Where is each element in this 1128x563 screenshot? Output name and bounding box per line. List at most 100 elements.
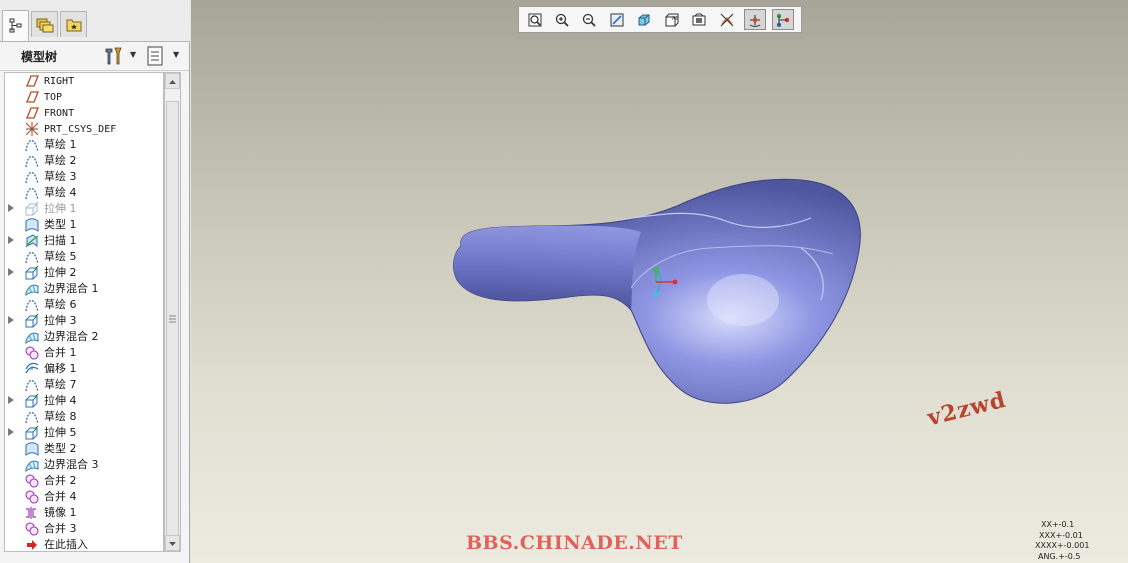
tree-item[interactable]: TOP	[5, 89, 163, 105]
tree-item[interactable]: 草绘 6	[5, 297, 163, 313]
refit-zoom-icon	[528, 13, 542, 26]
sweep-icon	[25, 234, 39, 248]
view-manager-button[interactable]	[688, 9, 710, 30]
tree-item[interactable]: 边界混合 2	[5, 329, 163, 345]
merge-icon	[25, 474, 39, 488]
tree-item-label: 边界混合 3	[44, 458, 99, 471]
selection-filter-button[interactable]	[772, 9, 794, 30]
saved-views-button[interactable]: AB	[661, 9, 683, 30]
tree-item[interactable]: 拉伸 3	[5, 313, 163, 329]
extrude-icon	[25, 201, 39, 216]
tree-item[interactable]: 镜像 1	[5, 505, 163, 521]
scroll-thumb[interactable]	[166, 101, 179, 537]
scroll-down-button[interactable]	[165, 535, 180, 551]
tree-item-label: 在此插入	[44, 538, 88, 551]
insert-here-arrow-icon	[27, 540, 37, 550]
zoom-in-button[interactable]	[551, 9, 573, 30]
tree-item[interactable]: RIGHT	[5, 73, 163, 89]
tree-item[interactable]: 偏移 1	[5, 361, 163, 377]
tree-item-label: 草绘 5	[44, 250, 77, 263]
settings-dropdown-arrow-icon[interactable]: ▼	[130, 50, 136, 59]
extrude-icon	[25, 393, 39, 408]
repaint-button[interactable]	[606, 9, 628, 30]
view-toolbar: AB	[518, 6, 802, 33]
tree-item-label: PRT_CSYS_DEF	[44, 124, 117, 135]
mirror-icon	[26, 507, 36, 519]
folder-browser-tab[interactable]	[31, 11, 58, 37]
graphics-viewport[interactable]: AB v2zwd BBS.CHINADE.NET XX+-0.1 XXX+-0.…	[191, 0, 1128, 563]
expand-arrow-icon[interactable]	[8, 316, 14, 324]
tree-item-label: 类型 2	[44, 442, 77, 455]
tree-item[interactable]: 草绘 4	[5, 185, 163, 201]
expand-arrow-icon[interactable]	[8, 204, 14, 212]
model-tree-panel: 模型树 ▼ ▼ RIGHT TOP FRONT PRT_CSYS_DEF 草绘 1 草绘 …	[0, 0, 190, 563]
grip-icon	[169, 315, 176, 323]
tree-show-button[interactable]	[147, 45, 165, 71]
expand-arrow-icon[interactable]	[8, 236, 14, 244]
tree-item[interactable]: FRONT	[5, 105, 163, 121]
tree-item[interactable]: 合并 4	[5, 489, 163, 505]
zoom-out-button[interactable]	[578, 9, 600, 30]
refit-zoom-button[interactable]	[524, 9, 546, 30]
tolerance-line: XX+-0.1	[1041, 520, 1075, 529]
tree-item[interactable]: 草绘 3	[5, 169, 163, 185]
offset-icon	[25, 362, 39, 374]
style-surface-icon	[25, 218, 39, 232]
tree-item-label: 草绘 7	[44, 378, 77, 391]
tree-settings-button[interactable]	[103, 45, 125, 71]
tree-item-label: 合并 3	[44, 522, 77, 535]
sketch-icon	[25, 299, 39, 312]
list-view-icon	[147, 46, 163, 66]
tree-item[interactable]: 草绘 1	[5, 137, 163, 153]
tree-item[interactable]: 扫描 1	[5, 233, 163, 249]
display-style-icon	[638, 14, 650, 25]
watermark-text: v2zwd	[925, 386, 1009, 432]
tree-item[interactable]: 草绘 8	[5, 409, 163, 425]
tree-item-label: 边界混合 2	[44, 330, 99, 343]
model-tree-icon	[9, 18, 21, 33]
tree-item[interactable]: 合并 1	[5, 345, 163, 361]
tree-item[interactable]: 拉伸 5	[5, 425, 163, 441]
show-dropdown-arrow-icon[interactable]: ▼	[173, 50, 179, 59]
expand-arrow-icon[interactable]	[8, 428, 14, 436]
model-tree[interactable]: RIGHT TOP FRONT PRT_CSYS_DEF 草绘 1 草绘 2 草绘 3 草绘 …	[4, 72, 164, 552]
panel-tab-strip	[0, 0, 190, 42]
tree-item[interactable]: 边界混合 1	[5, 281, 163, 297]
expand-arrow-icon[interactable]	[8, 396, 14, 404]
tree-item-label: 草绘 1	[44, 138, 77, 151]
tree-item[interactable]: 合并 3	[5, 521, 163, 537]
tree-item[interactable]: 草绘 2	[5, 153, 163, 169]
tree-item[interactable]: 拉伸 2	[5, 265, 163, 281]
tree-item[interactable]: 边界混合 3	[5, 457, 163, 473]
tree-item[interactable]: 类型 1	[5, 217, 163, 233]
selection-filter-icon	[776, 13, 790, 27]
coordinate-system-icon	[25, 122, 39, 136]
model-tree-tab[interactable]	[2, 10, 29, 41]
tolerance-line: ANG.+-0.5	[1038, 551, 1081, 561]
model-tree-header: 模型树 ▼ ▼	[0, 42, 189, 71]
tree-item-label: 拉伸 1	[44, 202, 77, 215]
tree-item[interactable]: PRT_CSYS_DEF	[5, 121, 163, 137]
tree-item-label: 类型 1	[44, 218, 77, 231]
favorites-tab[interactable]	[60, 11, 87, 37]
tree-item[interactable]: 拉伸 4	[5, 393, 163, 409]
tree-item[interactable]: 合并 2	[5, 473, 163, 489]
datum-display-button[interactable]	[716, 9, 738, 30]
tree-item[interactable]: 草绘 7	[5, 377, 163, 393]
tree-item[interactable]: 类型 2	[5, 441, 163, 457]
tree-item[interactable]: 草绘 5	[5, 249, 163, 265]
scroll-up-button[interactable]	[165, 73, 180, 89]
spin-center-button[interactable]	[744, 9, 766, 30]
extrude-icon	[25, 265, 39, 280]
tree-item[interactable]: 在此插入	[5, 537, 163, 551]
tree-scrollbar[interactable]	[164, 72, 181, 552]
display-style-button[interactable]	[633, 9, 655, 30]
sketch-icon	[25, 155, 39, 168]
tree-item-label: FRONT	[44, 108, 75, 119]
saddle-highlight	[707, 274, 779, 326]
tree-item[interactable]: 拉伸 1	[5, 201, 163, 217]
datum-plane-icon	[26, 75, 39, 87]
bike-saddle-model[interactable]	[441, 170, 871, 420]
boundary-blend-icon	[25, 460, 39, 472]
expand-arrow-icon[interactable]	[8, 268, 14, 276]
